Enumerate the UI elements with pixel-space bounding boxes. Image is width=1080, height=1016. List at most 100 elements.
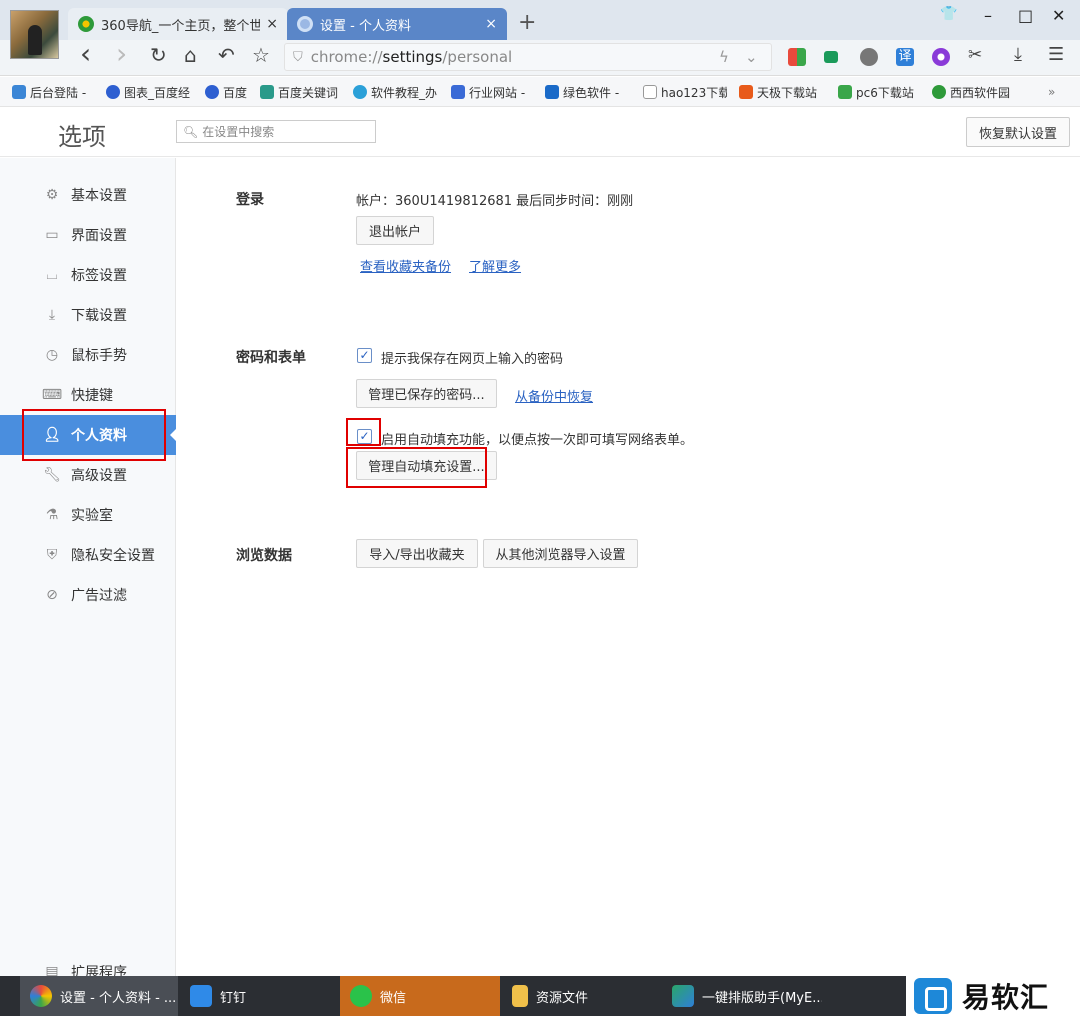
taskbar-item-dingtalk[interactable]: 钉钉 — [180, 976, 338, 1016]
url-host: settings — [382, 48, 443, 66]
highlight-box — [22, 409, 166, 461]
password-section-label: 密码和表单 — [236, 350, 306, 366]
taskbar-item-wechat[interactable]: 微信 — [340, 976, 500, 1016]
learn-more-link[interactable]: 了解更多 — [469, 256, 521, 275]
taskbar-item-browser[interactable]: 设置 - 个人资料 - ... — [20, 976, 178, 1016]
lightning-icon[interactable]: ϟ — [719, 48, 729, 66]
highlight-box — [346, 418, 381, 446]
page-icon — [643, 85, 657, 99]
home-button[interactable]: ⌂ — [184, 43, 197, 67]
forward-button[interactable]: › — [116, 37, 127, 70]
flask-icon: ⚗ — [45, 507, 59, 523]
sidebar-item-tabs[interactable]: ⌴ 标签设置 — [0, 255, 176, 295]
bookmark-favicon-icon — [739, 85, 753, 99]
block-icon: ⊘ — [46, 587, 58, 603]
bookmark-item[interactable]: 百度关键词 — [260, 83, 342, 101]
bookmarks-bar: 后台登陆 - 图表_百度经 百度 百度关键词 软件教程_办 行业网站 - 绿色软… — [0, 77, 1080, 107]
tab-settings[interactable]: 设置 - 个人资料 × — [287, 8, 507, 40]
address-bar[interactable]: ⛉ chrome://settings/personal ϟ ⌄ — [284, 43, 772, 71]
sidebar-item-mouse-gesture[interactable]: ◷ 鼠标手势 — [0, 335, 176, 375]
sidebar-item-basic[interactable]: ⚙ 基本设置 — [0, 175, 176, 215]
prompt-save-password-checkbox[interactable]: ✓ — [357, 348, 372, 363]
settings-sidebar: ⚙ 基本设置 ▭ 界面设置 ⌴ 标签设置 ⤓ 下载设置 ◷ 鼠标手势 ⌨ 快捷键 👤︎ 个人资… — [0, 158, 177, 981]
sidebar-item-interface[interactable]: ▭ 界面设置 — [0, 215, 176, 255]
taskbar-item-files[interactable]: 资源文件 — [502, 976, 660, 1016]
shield-icon: ⛉ — [293, 49, 303, 65]
tab-title: 设置 - 个人资料 — [320, 18, 411, 34]
apps-grid-icon[interactable] — [788, 48, 806, 66]
import-from-other-browser-button[interactable]: 从其他浏览器导入设置 — [483, 539, 638, 568]
dingtalk-icon — [190, 985, 212, 1007]
baidu-paw-icon — [205, 85, 219, 99]
bookmark-item[interactable]: 行业网站 - — [451, 83, 531, 101]
maximize-button[interactable]: □ — [1018, 6, 1033, 25]
bookmark-item[interactable]: 百度 — [205, 83, 251, 101]
shield-icon: ⛨ — [46, 547, 58, 563]
bookmark-favicon-icon — [12, 85, 26, 99]
logout-button[interactable]: 退出帐户 — [356, 216, 434, 245]
sidebar-item-privacy[interactable]: ⛨ 隐私安全设置 — [0, 535, 176, 575]
watermark-logo: 易软汇 — [906, 976, 1080, 1016]
bookmark-item[interactable]: 西西软件园 — [932, 83, 1018, 101]
bookmark-item[interactable]: 图表_百度经 — [106, 83, 192, 101]
close-icon[interactable]: × — [266, 16, 278, 32]
bookmarks-overflow-button[interactable]: » — [1048, 83, 1064, 101]
navigation-bar: ‹ › ↻ ⌂ ↶ ☆ ⛉ chrome://settings/personal… — [0, 37, 1080, 76]
chevron-down-icon[interactable]: ⌄ — [745, 48, 758, 66]
search-input[interactable]: 🔍︎ 在设置中搜索 — [176, 120, 376, 143]
gear-icon — [297, 16, 313, 32]
bookmark-favicon-icon — [451, 85, 465, 99]
bookmark-item[interactable]: pc6下载站 — [838, 83, 920, 101]
prompt-save-password-label: 提示我保存在网页上输入的密码 — [381, 352, 564, 367]
url-scheme: chrome:// — [310, 48, 383, 66]
import-export-bookmarks-button[interactable]: 导入/导出收藏夹 — [356, 539, 478, 568]
bookmark-item[interactable]: hao123下载 — [643, 83, 727, 101]
bookmark-item[interactable]: 后台登陆 - — [12, 83, 94, 101]
tab-360-nav[interactable]: 360导航_一个主页，整个世界 × — [68, 8, 288, 40]
download-icon[interactable]: ⤓ — [1014, 44, 1022, 65]
search-placeholder: 在设置中搜索 — [202, 125, 275, 139]
mouse-icon: ◷ — [45, 347, 59, 363]
browsing-data-section-label: 浏览数据 — [236, 548, 292, 564]
restore-defaults-button[interactable]: 恢复默认设置 — [966, 117, 1070, 147]
sidebar-item-adblock[interactable]: ⊘ 广告过滤 — [0, 575, 176, 615]
bookmark-item[interactable]: 绿色软件 - — [545, 83, 627, 101]
sidebar-item-advanced[interactable]: 🔧︎ 高级设置 — [0, 455, 176, 495]
manage-passwords-button[interactable]: 管理已保存的密码... — [356, 379, 497, 408]
360-logo-icon — [78, 16, 94, 32]
bookmark-star-button[interactable]: ☆ — [252, 43, 270, 67]
autofill-label: 启用自动填充功能，以便点按一次即可填写网络表单。 — [381, 433, 694, 448]
sidebar-item-lab[interactable]: ⚗ 实验室 — [0, 495, 176, 535]
sidebar-item-download[interactable]: ⤓ 下载设置 — [0, 295, 176, 335]
new-tab-button[interactable]: + — [518, 10, 536, 35]
chat-extension-icon[interactable] — [824, 51, 838, 63]
scissors-icon[interactable]: ✂ — [968, 45, 982, 65]
close-window-button[interactable]: ✕ — [1052, 6, 1065, 25]
typesetting-app-icon — [672, 985, 694, 1007]
ai-assistant-icon[interactable] — [932, 48, 950, 66]
reload-button[interactable]: ↻ — [150, 43, 167, 67]
minimize-button[interactable]: – — [984, 6, 992, 25]
cloud-icon[interactable] — [860, 48, 878, 66]
gear-icon: ⚙ — [45, 187, 59, 203]
view-bookmark-backup-link[interactable]: 查看收藏夹备份 — [360, 256, 451, 275]
bookmark-item[interactable]: 天极下载站 — [739, 83, 823, 101]
taskbar-item-typesetting[interactable]: 一键排版助手(MyE... — [662, 976, 822, 1016]
close-icon[interactable]: × — [485, 16, 497, 32]
folder-icon — [512, 985, 528, 1007]
bookmark-favicon-icon — [353, 85, 367, 99]
avatar[interactable] — [10, 10, 59, 59]
translate-icon[interactable]: 译 — [896, 48, 914, 66]
bookmark-favicon-icon — [545, 85, 559, 99]
undo-button[interactable]: ↶ — [218, 43, 235, 67]
bookmark-item[interactable]: 软件教程_办 — [353, 83, 439, 101]
account-info: 帐户：360U1419812681 最后同步时间：刚刚 — [356, 194, 634, 209]
tab-title: 360导航_一个主页，整个世界 — [101, 18, 261, 34]
menu-icon[interactable]: ☰ — [1048, 44, 1064, 65]
back-button[interactable]: ‹ — [80, 37, 91, 70]
baidu-paw-icon — [106, 85, 120, 99]
wrench-icon: 🔧︎ — [43, 467, 61, 483]
skin-icon[interactable]: 👕 — [940, 6, 957, 22]
restore-from-backup-link[interactable]: 从备份中恢复 — [515, 386, 593, 405]
bookmark-favicon-icon — [838, 85, 852, 99]
